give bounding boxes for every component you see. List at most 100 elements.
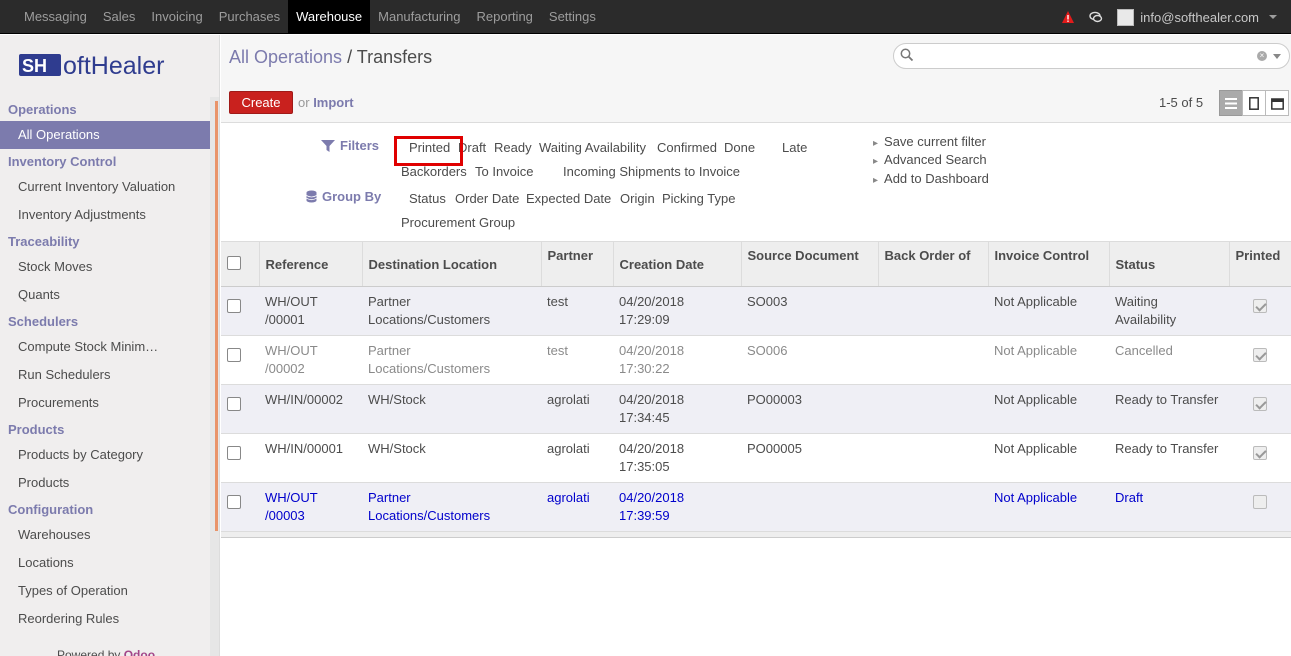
form-icon bbox=[1249, 96, 1259, 110]
col-printed[interactable]: Printed bbox=[1228, 241, 1291, 287]
table-row[interactable]: WH/IN/00001 WH/Stock agrolati 04/20/2018… bbox=[221, 433, 1291, 483]
row-checkbox[interactable] bbox=[227, 446, 241, 460]
user-email: info@softhealer.com bbox=[1140, 9, 1259, 25]
create-button[interactable]: Create bbox=[229, 91, 293, 114]
add-to-dashboard[interactable]: Add to Dashboard bbox=[873, 171, 989, 186]
list-view-button[interactable] bbox=[1219, 90, 1243, 116]
menu-warehouse[interactable]: Warehouse bbox=[288, 0, 371, 34]
sidebar-item-stock-moves[interactable]: Stock Moves bbox=[0, 253, 210, 281]
group-order-date[interactable]: Order Date bbox=[455, 191, 519, 206]
sidebar-item-products[interactable]: Products bbox=[0, 469, 210, 497]
menu-manufacturing[interactable]: Manufacturing bbox=[370, 0, 468, 34]
odoo-link[interactable]: Odoo bbox=[124, 648, 155, 656]
row-checkbox[interactable] bbox=[227, 495, 241, 509]
cell-creation-date: 04/20/2018 17:30:22 bbox=[613, 335, 741, 385]
menu-invoicing[interactable]: Invoicing bbox=[143, 0, 210, 34]
filter-backorders[interactable]: Backorders bbox=[401, 164, 467, 179]
filter-done[interactable]: Done bbox=[724, 140, 755, 155]
col-reference[interactable]: Reference bbox=[258, 241, 362, 287]
sidebar-item-reordering-rules[interactable]: Reordering Rules bbox=[0, 605, 210, 633]
col-status[interactable]: Status bbox=[1108, 241, 1229, 287]
cell-reference: WH/OUT/00002 bbox=[259, 335, 362, 385]
search-options-toggle-icon[interactable] bbox=[1273, 54, 1281, 59]
menu-messaging[interactable]: Messaging bbox=[16, 0, 95, 34]
filter-confirmed[interactable]: Confirmed bbox=[657, 140, 717, 155]
sidebar-item-run-schedulers[interactable]: Run Schedulers bbox=[0, 361, 210, 389]
breadcrumb-all-operations[interactable]: All Operations bbox=[229, 47, 342, 67]
sidebar-item-procurements[interactable]: Procurements bbox=[0, 389, 210, 417]
menu-purchases[interactable]: Purchases bbox=[211, 0, 288, 34]
col-partner[interactable]: Partner bbox=[540, 241, 613, 287]
powered-by: Powered by Odoo bbox=[57, 648, 155, 656]
cell-source-document bbox=[741, 482, 878, 532]
clear-search-icon[interactable]: × bbox=[1257, 51, 1267, 61]
printed-checkbox bbox=[1253, 348, 1267, 362]
or-import: or Import bbox=[298, 95, 354, 110]
filter-waiting-availability[interactable]: Waiting Availability bbox=[539, 140, 646, 155]
table-row[interactable]: WH/OUT/00003 Partner Locations/Customers … bbox=[221, 482, 1291, 532]
sidebar-item-products-by-category[interactable]: Products by Category bbox=[0, 441, 210, 469]
cell-partner: test bbox=[541, 335, 613, 385]
import-button[interactable]: Import bbox=[313, 95, 353, 110]
cell-status: Ready to Transfer bbox=[1109, 433, 1229, 483]
group-origin[interactable]: Origin bbox=[620, 191, 655, 206]
sidebar-item-all-operations[interactable]: All Operations bbox=[0, 121, 210, 149]
row-checkbox[interactable] bbox=[227, 299, 241, 313]
table-footer bbox=[221, 531, 1291, 538]
menu-reporting[interactable]: Reporting bbox=[469, 0, 541, 34]
cell-creation-date: 04/20/2018 17:39:59 bbox=[613, 482, 741, 532]
col-source-document[interactable]: Source Document bbox=[740, 241, 878, 287]
col-destination-location[interactable]: Destination Location bbox=[361, 241, 541, 287]
sidebar-item-locations[interactable]: Locations bbox=[0, 549, 210, 577]
control-panel: All Operations / Transfers × Create or I… bbox=[221, 35, 1291, 123]
filter-incoming-shipments[interactable]: Incoming Shipments to Invoice bbox=[563, 164, 740, 179]
sidebar-item-types-of-operation[interactable]: Types of Operation bbox=[0, 577, 210, 605]
chat-icon[interactable] bbox=[1089, 10, 1103, 24]
form-view-button[interactable] bbox=[1242, 90, 1266, 116]
group-picking-type[interactable]: Picking Type bbox=[662, 191, 735, 206]
printed-checkbox bbox=[1253, 397, 1267, 411]
user-menu[interactable]: info@softhealer.com bbox=[1117, 8, 1277, 26]
filter-to-invoice[interactable]: To Invoice bbox=[475, 164, 534, 179]
sidebar-item-warehouses[interactable]: Warehouses bbox=[0, 521, 210, 549]
group-expected-date[interactable]: Expected Date bbox=[526, 191, 611, 206]
cell-invoice-control: Not Applicable bbox=[988, 335, 1109, 385]
cell-invoice-control: Not Applicable bbox=[988, 286, 1109, 336]
section-inventory-control: Inventory Control bbox=[8, 154, 117, 169]
table-row[interactable]: WH/IN/00002 WH/Stock agrolati 04/20/2018… bbox=[221, 384, 1291, 434]
filter-late[interactable]: Late bbox=[782, 140, 807, 155]
col-creation-date[interactable]: Creation Date bbox=[612, 241, 741, 287]
table-row[interactable]: WH/OUT/00001 Partner Locations/Customers … bbox=[221, 286, 1291, 336]
sidebar-item-inventory-adjustments[interactable]: Inventory Adjustments bbox=[0, 201, 210, 229]
cell-creation-date: 04/20/2018 17:34:45 bbox=[613, 384, 741, 434]
advanced-search[interactable]: Advanced Search bbox=[873, 152, 987, 167]
filter-ready[interactable]: Ready bbox=[494, 140, 532, 155]
printed-filter-highlight bbox=[394, 136, 463, 166]
menu-sales[interactable]: Sales bbox=[95, 0, 144, 34]
col-invoice-control[interactable]: Invoice Control bbox=[987, 241, 1109, 287]
row-checkbox[interactable] bbox=[227, 397, 241, 411]
select-all-checkbox[interactable] bbox=[227, 255, 241, 270]
group-status[interactable]: Status bbox=[409, 191, 446, 206]
save-current-filter[interactable]: Save current filter bbox=[873, 134, 986, 149]
page-title: Transfers bbox=[356, 47, 433, 67]
menu-settings[interactable]: Settings bbox=[541, 0, 604, 34]
search-bar[interactable]: × bbox=[893, 43, 1290, 69]
row-checkbox[interactable] bbox=[227, 348, 241, 362]
sidebar-item-compute-stock[interactable]: Compute Stock Minimum Rules Only bbox=[0, 333, 160, 361]
group-by-header: Group By bbox=[306, 189, 381, 204]
cell-reference: WH/IN/00002 bbox=[259, 384, 362, 434]
cell-back-order-of bbox=[878, 286, 988, 336]
calendar-view-button[interactable] bbox=[1265, 90, 1289, 116]
table-row[interactable]: WH/OUT/00002 Partner Locations/Customers … bbox=[221, 335, 1291, 385]
sidebar-item-inventory-valuation[interactable]: Current Inventory Valuation bbox=[0, 173, 210, 201]
company-logo[interactable]: SH oftHealer bbox=[0, 35, 219, 97]
warning-icon[interactable] bbox=[1061, 10, 1075, 24]
calendar-icon bbox=[1270, 97, 1284, 110]
sidebar-item-quants[interactable]: Quants bbox=[0, 281, 210, 309]
pager-value[interactable]: 1-5 of 5 bbox=[1159, 95, 1203, 110]
col-back-order-of[interactable]: Back Order of bbox=[877, 241, 988, 287]
group-procurement-group[interactable]: Procurement Group bbox=[401, 215, 515, 230]
sidebar: SH oftHealer Operations All Operations I… bbox=[0, 35, 220, 656]
section-schedulers: Schedulers bbox=[8, 314, 79, 329]
